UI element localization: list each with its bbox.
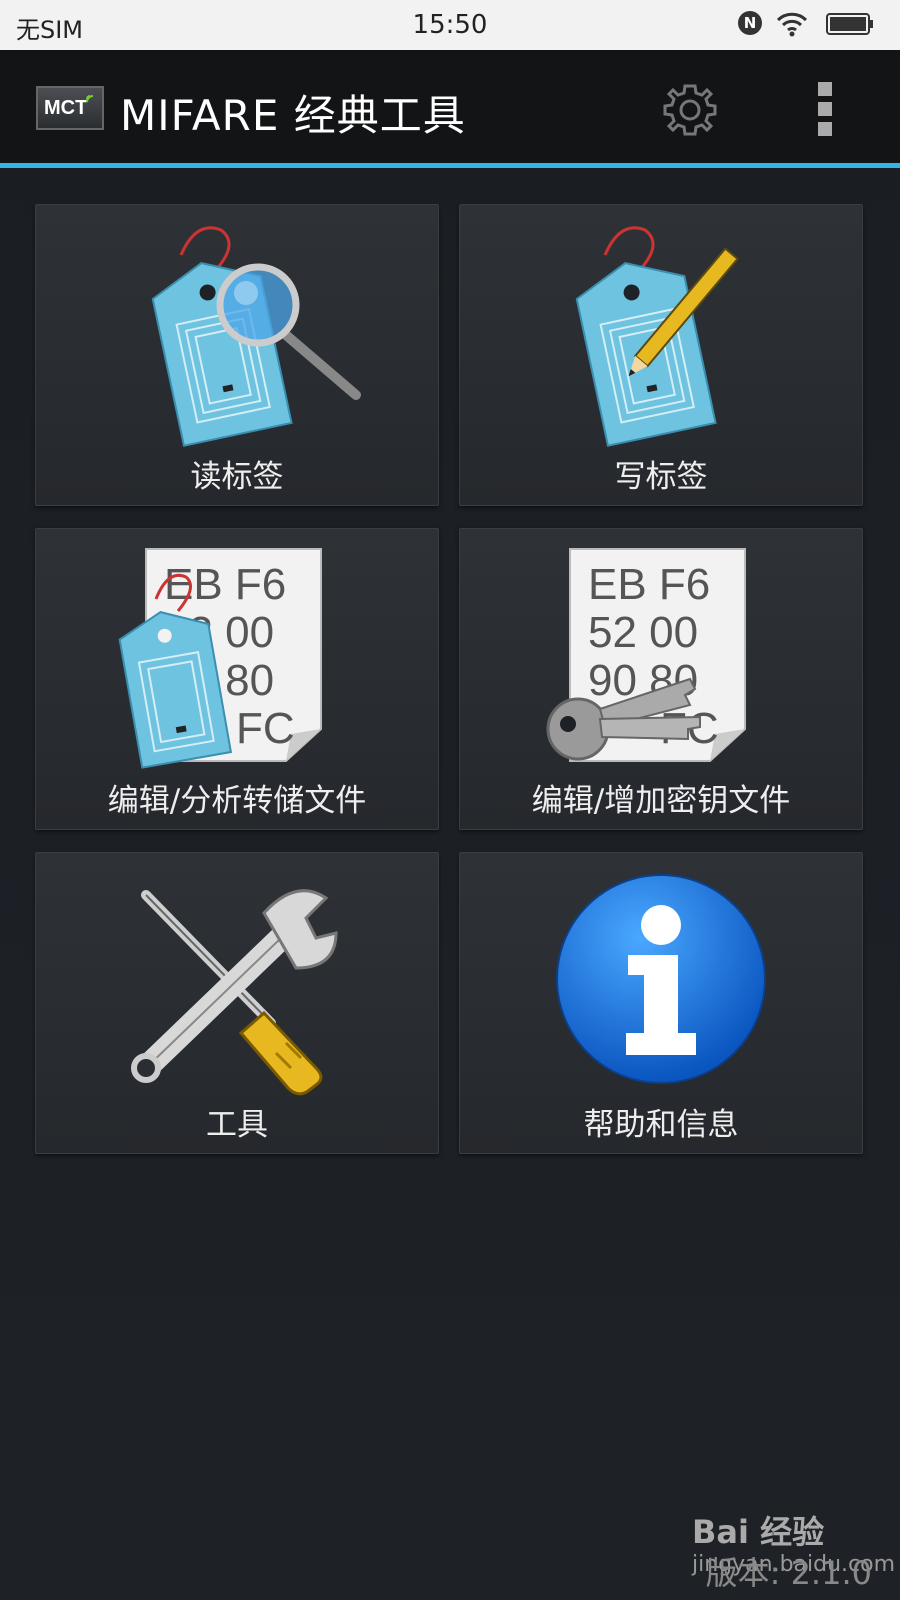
status-bar: 无SIM 15:50 N bbox=[0, 0, 900, 50]
help-info-button[interactable]: 帮助和信息 bbox=[459, 852, 863, 1154]
tile-label-edit-keys: 编辑/增加密钥文件 bbox=[531, 783, 791, 819]
key-line-1: EB F6 bbox=[588, 560, 710, 609]
read-tag-button[interactable]: 读标签 bbox=[35, 204, 439, 506]
read-tag-icon bbox=[151, 226, 361, 447]
nfc-waves-icon bbox=[86, 95, 94, 103]
watermark-brand: Bai 经验 bbox=[692, 1513, 825, 1551]
edit-dump-button[interactable]: EB F6 52 00 90 80 FC 编辑/分析转储文件 bbox=[35, 528, 439, 830]
info-icon bbox=[556, 874, 766, 1084]
overflow-menu-icon[interactable] bbox=[810, 82, 840, 138]
clock: 15:50 bbox=[412, 10, 488, 40]
dump-line-1: EB F6 bbox=[164, 560, 286, 609]
app-logo: MCT bbox=[36, 86, 104, 130]
write-tag-button[interactable]: 写标签 bbox=[459, 204, 863, 506]
key-line-2: 52 00 bbox=[588, 608, 698, 657]
tools-icon bbox=[131, 889, 338, 1096]
edit-keys-button[interactable]: EB F6 52 00 90 80 FC 编辑/增加密钥文件 bbox=[459, 528, 863, 830]
logo-text: MCT bbox=[44, 97, 88, 119]
battery-icon bbox=[826, 13, 873, 35]
nfc-icon: N bbox=[738, 11, 762, 35]
action-bar: MCT MIFARE 经典工具 bbox=[0, 50, 900, 168]
tile-label-read-tag: 读标签 bbox=[190, 459, 284, 495]
write-tag-icon bbox=[575, 226, 739, 447]
tile-label-help: 帮助和信息 bbox=[583, 1107, 739, 1143]
key-editor-icon: EB F6 52 00 90 80 FC bbox=[546, 548, 746, 762]
tools-button[interactable]: 工具 bbox=[35, 852, 439, 1154]
dump-line-4: FC bbox=[236, 704, 295, 753]
tile-label-edit-dump: 编辑/分析转储文件 bbox=[107, 783, 367, 819]
dump-editor-icon: EB F6 52 00 90 80 FC bbox=[118, 548, 322, 769]
app-title: MIFARE 经典工具 bbox=[120, 91, 466, 140]
wifi-icon bbox=[776, 12, 808, 37]
tile-label-write-tag: 写标签 bbox=[614, 459, 708, 495]
settings-icon[interactable] bbox=[660, 80, 720, 140]
version-text: 版本: 2.1.0 bbox=[705, 1554, 872, 1592]
tile-label-tools: 工具 bbox=[206, 1107, 268, 1143]
